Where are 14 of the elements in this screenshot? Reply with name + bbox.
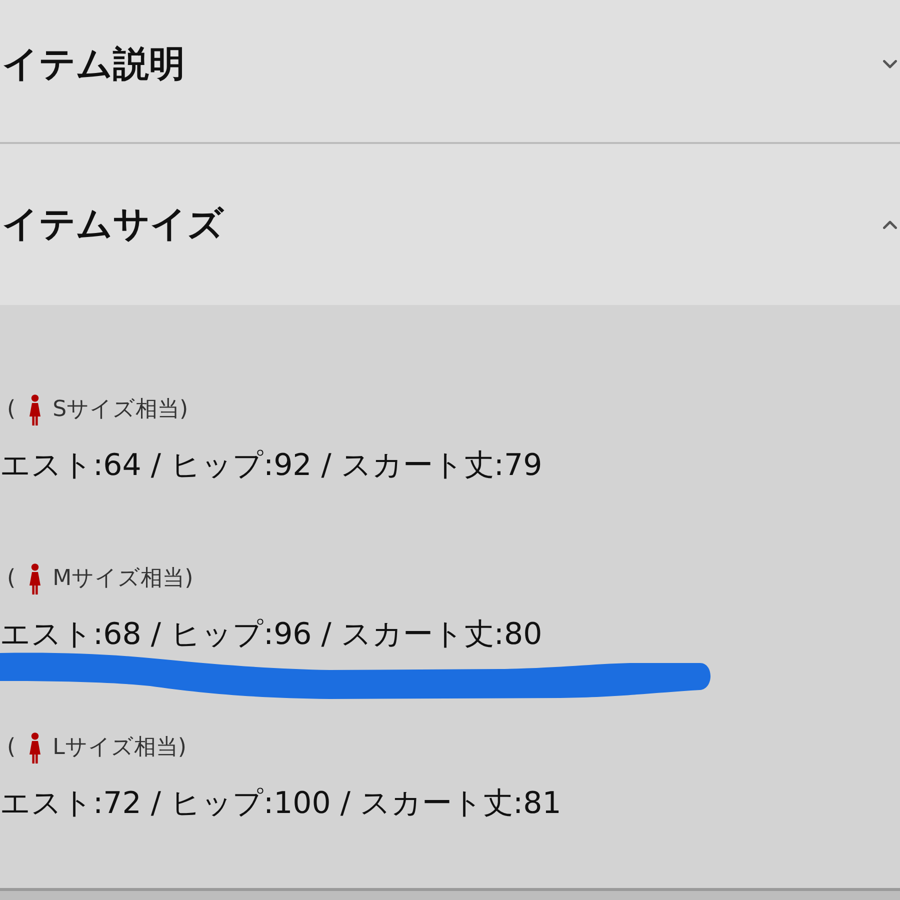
woman-icon	[26, 563, 43, 595]
accordion-header[interactable]: イテム説明	[0, 0, 900, 142]
woman-icon	[26, 394, 43, 426]
measurement-text: エスト:64 / ヒップ:92 / スカート丈:79	[0, 447, 542, 485]
woman-icon	[26, 732, 43, 764]
size-label: Lサイズ相当)	[52, 737, 186, 759]
size-label: Mサイズ相当)	[52, 568, 194, 590]
measurement-text: エスト:72 / ヒップ:100 / スカート丈:81	[0, 785, 562, 823]
paren-text: (	[7, 568, 16, 590]
accordion-header[interactable]: イテムサイズ	[0, 142, 900, 305]
paren-text: (	[7, 737, 16, 759]
paren-text: (	[7, 399, 16, 421]
size-label: Sサイズ相当)	[52, 399, 188, 421]
measurement-text: エスト:68 / ヒップ:96 / スカート丈:80	[0, 616, 542, 654]
